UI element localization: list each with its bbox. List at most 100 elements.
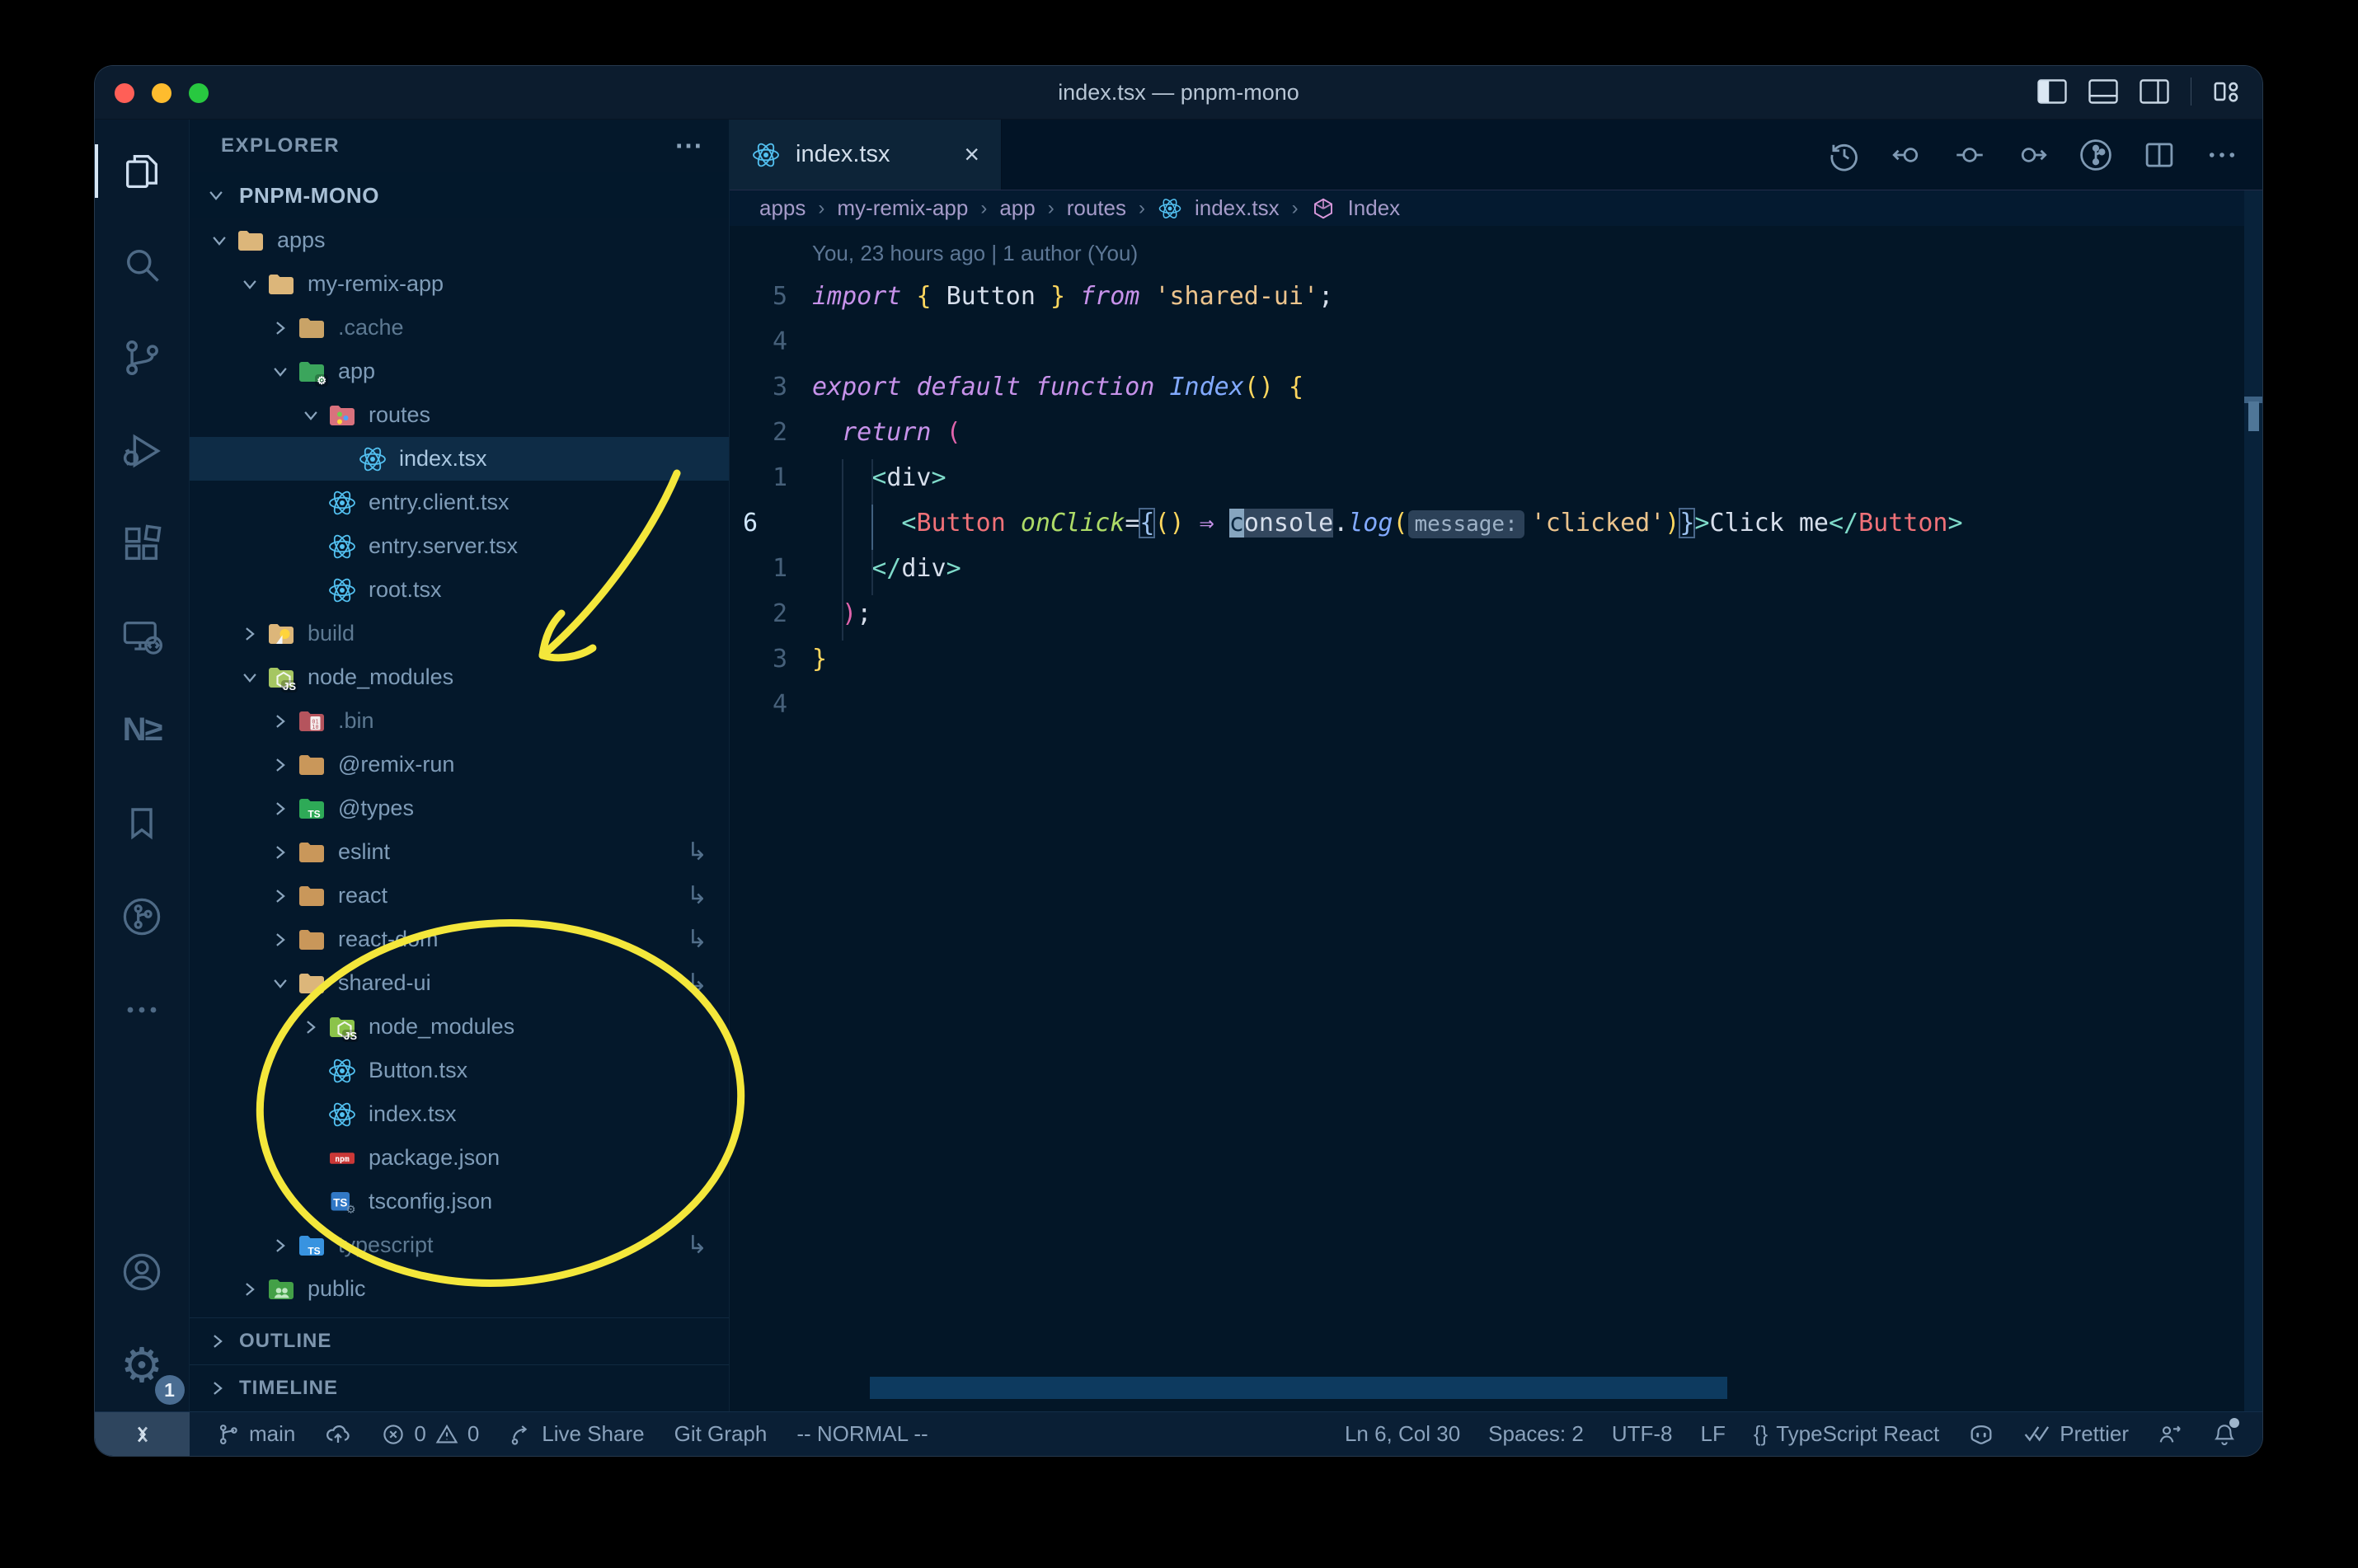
breadcrumb-index-symbol[interactable]: Index — [1348, 195, 1401, 221]
copilot-icon[interactable] — [1967, 1420, 1995, 1448]
customize-layout-icon[interactable] — [2213, 78, 2241, 105]
tree-item-entry-server[interactable]: entry.server.tsx — [190, 524, 729, 568]
tree-item-cache[interactable]: .cache — [190, 306, 729, 350]
tab-index-tsx[interactable]: index.tsx × — [730, 120, 1002, 190]
svg-text:⚙: ⚙ — [345, 1203, 355, 1215]
line-number: 3 — [772, 373, 787, 401]
toggle-panel-icon[interactable] — [2088, 79, 2118, 104]
bell-icon[interactable] — [2211, 1417, 2239, 1448]
tree-item-root-tsx[interactable]: root.tsx — [190, 568, 729, 612]
tree-item-build[interactable]: build — [190, 612, 729, 655]
nx-console-icon[interactable]: N≥ — [95, 683, 190, 777]
tree-item-bin[interactable]: 01 10 .bin — [190, 699, 729, 743]
zoom-window-button[interactable] — [189, 83, 209, 103]
timeline-history-icon[interactable] — [1827, 138, 1862, 172]
previous-change-icon[interactable] — [1890, 138, 1924, 172]
npm-icon: npm — [327, 1143, 357, 1173]
tree-item-package-json[interactable]: npm package.json — [190, 1136, 729, 1180]
vertical-scrollbar[interactable] — [2244, 190, 2262, 1411]
language-mode-item[interactable]: {} TypeScript React — [1754, 1421, 1939, 1447]
views-more-icon[interactable]: ⋯ — [674, 129, 704, 162]
problems-item[interactable]: 0 0 — [381, 1421, 479, 1447]
line-number: 4 — [772, 690, 787, 719]
search-icon[interactable] — [95, 218, 190, 311]
tree-item-typescript[interactable]: TS typescript ↳ — [190, 1223, 729, 1267]
tree-item-my-remix-app[interactable]: my-remix-app — [190, 262, 729, 306]
symlink-icon: ↳ — [686, 838, 707, 866]
breadcrumb-app[interactable]: app — [999, 195, 1035, 221]
git-graph-icon[interactable] — [95, 870, 190, 963]
toggle-secondary-sidebar-icon[interactable] — [2140, 79, 2169, 104]
line-number: 3 — [772, 645, 787, 674]
outline-section[interactable]: OUTLINE — [190, 1317, 729, 1364]
feedback-icon[interactable] — [2157, 1421, 2183, 1448]
prettier-item[interactable]: Prettier — [2023, 1421, 2129, 1447]
tree-item-eslint[interactable]: eslint ↳ — [190, 830, 729, 874]
tree-item-index-tsx[interactable]: index.tsx — [190, 437, 729, 481]
tree-item-public[interactable]: public — [190, 1267, 729, 1311]
remote-indicator[interactable] — [95, 1412, 190, 1456]
tree-item-apps[interactable]: apps — [190, 218, 729, 262]
tree-item-shared-ui[interactable]: shared-ui ↳ — [190, 961, 729, 1005]
tree-item-node-modules[interactable]: JS node_modules — [190, 655, 729, 699]
chevron-right-icon — [265, 843, 295, 861]
tree-item-tsconfig-json[interactable]: TS ⚙ tsconfig.json — [190, 1180, 729, 1223]
close-icon[interactable]: × — [964, 139, 979, 170]
tree-item-types[interactable]: TS @types — [190, 786, 729, 830]
breadcrumb-separator: › — [1291, 196, 1299, 219]
remote-explorer-icon[interactable] — [95, 590, 190, 683]
cursor-position-item[interactable]: Ln 6, Col 30 — [1345, 1421, 1460, 1447]
live-share-item[interactable]: Live Share — [509, 1421, 645, 1447]
current-change-icon[interactable] — [1952, 138, 1987, 172]
indentation-item[interactable]: Spaces: 2 — [1488, 1421, 1584, 1447]
explorer-icon[interactable] — [95, 124, 190, 218]
code-line: 4 — [730, 682, 2262, 727]
breadcrumb-separator: › — [818, 196, 825, 219]
horizontal-scrollbar[interactable] — [870, 1377, 1727, 1399]
traffic-lights — [115, 83, 209, 103]
minimize-window-button[interactable] — [152, 83, 171, 103]
more-actions-icon[interactable] — [2205, 138, 2239, 172]
tree-item-shared-index-tsx[interactable]: index.tsx — [190, 1092, 729, 1136]
folder-public-icon — [266, 1275, 296, 1304]
breadcrumb-index-tsx[interactable]: index.tsx — [1195, 195, 1280, 221]
source-control-icon[interactable] — [95, 311, 190, 404]
tree-item-entry-client[interactable]: entry.client.tsx — [190, 481, 729, 524]
next-change-icon[interactable] — [2015, 138, 2050, 172]
tree-item-button-tsx[interactable]: Button.tsx — [190, 1049, 729, 1092]
close-window-button[interactable] — [115, 83, 134, 103]
git-graph-item[interactable]: Git Graph — [674, 1421, 768, 1447]
explorer-header: EXPLORER — [221, 134, 341, 157]
encoding-item[interactable]: UTF-8 — [1612, 1421, 1673, 1447]
timeline-section[interactable]: TIMELINE — [190, 1364, 729, 1411]
code-editor[interactable]: You, 23 hours ago | 1 author (You) 5 imp… — [730, 226, 2262, 1411]
tree-item-routes[interactable]: routes — [190, 393, 729, 437]
tree-item-shared-node-modules[interactable]: JS node_modules — [190, 1005, 729, 1049]
line-number: 2 — [772, 418, 787, 447]
breadcrumb-routes[interactable]: routes — [1067, 195, 1126, 221]
breadcrumb-my-remix-app[interactable]: my-remix-app — [837, 195, 968, 221]
git-branch-item[interactable]: main — [216, 1421, 295, 1447]
file-tree: apps my-remix-app .cache ⚙ app routes in… — [190, 218, 729, 1317]
settings-icon[interactable]: ⚙ 1 — [95, 1318, 190, 1411]
more-views-icon[interactable] — [95, 963, 190, 1056]
eol-item[interactable]: LF — [1700, 1421, 1725, 1447]
extensions-icon[interactable] — [95, 497, 190, 590]
tree-item-remix-run[interactable]: @remix-run — [190, 743, 729, 786]
run-and-debug-icon[interactable] — [95, 404, 190, 497]
tree-item-react-dom[interactable]: react-dom ↳ — [190, 918, 729, 961]
bookmarks-icon[interactable] — [95, 777, 190, 870]
react-icon — [327, 575, 357, 605]
project-root-row[interactable]: PNPM-MONO — [190, 172, 729, 218]
accounts-icon[interactable] — [95, 1225, 190, 1318]
split-editor-icon[interactable] — [2142, 138, 2177, 172]
tree-item-react[interactable]: react ↳ — [190, 874, 729, 918]
git-graph-icon[interactable] — [2078, 137, 2114, 173]
breadcrumb-apps[interactable]: apps — [759, 195, 806, 221]
toggle-primary-sidebar-icon[interactable] — [2037, 79, 2067, 104]
code-line: 4 — [730, 319, 2262, 364]
publish-changes-icon[interactable] — [325, 1421, 351, 1448]
tree-item-app[interactable]: ⚙ app — [190, 350, 729, 393]
code-line-current: 6 <Button onClick={() ⇒ console.log(mess… — [730, 500, 2262, 546]
vim-mode-indicator[interactable]: -- NORMAL -- — [796, 1421, 928, 1447]
